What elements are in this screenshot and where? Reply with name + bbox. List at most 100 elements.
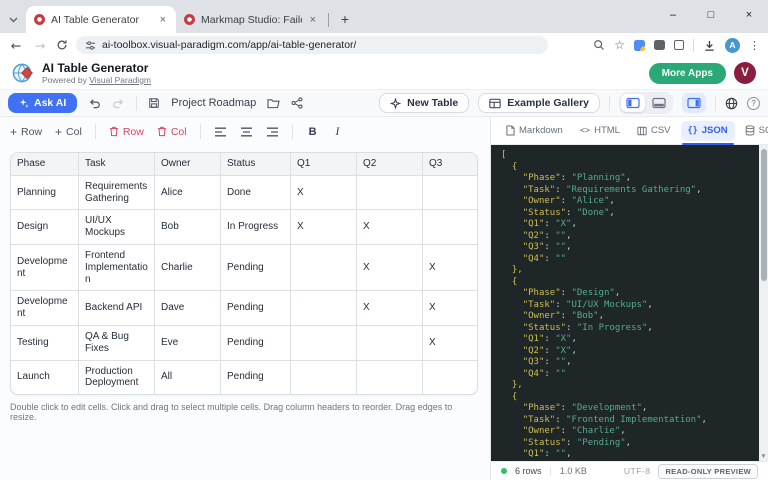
table-cell[interactable]: X [423, 245, 478, 291]
column-header[interactable]: Q1 [291, 153, 357, 176]
table-cell[interactable]: X [357, 291, 423, 326]
help-icon[interactable]: ? [747, 97, 760, 110]
table-cell[interactable] [291, 326, 357, 361]
language-globe-icon[interactable] [725, 97, 738, 110]
table-cell[interactable]: X [423, 291, 478, 326]
more-apps-button[interactable]: More Apps [649, 63, 726, 84]
bookmark-star-icon[interactable]: ☆ [614, 39, 625, 51]
ask-ai-button[interactable]: Ask AI [8, 93, 77, 113]
back-button[interactable]: ← [8, 38, 24, 53]
toggle-right-panel-button[interactable] [682, 93, 706, 113]
table-cell[interactable]: QA & Bug Fixes [79, 326, 155, 361]
add-column-button[interactable]: +Col [55, 126, 82, 138]
column-header[interactable]: Q2 [357, 153, 423, 176]
column-header[interactable]: Task [79, 153, 155, 176]
table-cell[interactable]: UI/UX Mockups [79, 210, 155, 245]
table-cell[interactable]: Development [11, 291, 79, 326]
url-input[interactable]: ai-toolbox.visual-paradigm.com/app/ai-ta… [76, 36, 548, 54]
table-cell[interactable]: X [357, 210, 423, 245]
extension-lens-icon[interactable] [634, 40, 645, 51]
browser-profile-avatar[interactable]: A [725, 38, 740, 53]
tab-json[interactable]: {} JSON [681, 121, 735, 141]
close-tab-icon[interactable]: × [308, 14, 318, 26]
browser-tab-active[interactable]: AI Table Generator × [26, 6, 176, 33]
redo-button[interactable] [112, 98, 125, 109]
align-right-button[interactable] [266, 127, 279, 137]
new-tab-button[interactable]: + [333, 7, 357, 31]
table-cell[interactable]: Done [221, 176, 291, 211]
italic-button[interactable]: I [333, 126, 343, 138]
tab-search-button[interactable] [0, 6, 26, 33]
table-cell[interactable]: X [423, 326, 478, 361]
user-avatar[interactable]: V [734, 62, 756, 84]
table-cell[interactable] [357, 326, 423, 361]
align-center-button[interactable] [240, 127, 253, 137]
table-cell[interactable] [423, 176, 478, 211]
add-row-button[interactable]: +Row [10, 126, 42, 138]
table-cell[interactable]: Production Deployment [79, 361, 155, 395]
table-cell[interactable]: Pending [221, 245, 291, 291]
tab-sql[interactable]: SQL [738, 121, 768, 141]
table-cell[interactable] [291, 245, 357, 291]
extensions-icon[interactable] [674, 40, 684, 50]
column-header[interactable]: Status [221, 153, 291, 176]
table-cell[interactable] [291, 361, 357, 395]
extension-chat-icon[interactable] [654, 40, 665, 50]
table-cell[interactable] [357, 361, 423, 395]
table-cell[interactable] [423, 210, 478, 245]
table-cell[interactable]: Eve [155, 326, 221, 361]
save-icon[interactable] [148, 97, 160, 109]
column-header[interactable]: Owner [155, 153, 221, 176]
maximize-button[interactable]: □ [692, 0, 730, 30]
table-cell[interactable]: Backend API [79, 291, 155, 326]
close-tab-icon[interactable]: × [158, 14, 168, 26]
table-cell[interactable]: Pending [221, 291, 291, 326]
table-cell[interactable]: X [357, 245, 423, 291]
table-cell[interactable] [291, 291, 357, 326]
table-cell[interactable]: Design [11, 210, 79, 245]
tab-csv[interactable]: CSV [630, 121, 678, 141]
table-cell[interactable]: Requirements Gathering [79, 176, 155, 211]
browser-tab-inactive[interactable]: Markmap Studio: Failed to ope × [176, 6, 326, 33]
delete-row-button[interactable]: Row [109, 126, 144, 138]
table-cell[interactable]: X [291, 176, 357, 211]
undo-button[interactable] [88, 98, 101, 109]
table-cell[interactable]: In Progress [221, 210, 291, 245]
tab-markdown[interactable]: Markdown [499, 121, 570, 141]
table-cell[interactable]: Development [11, 245, 79, 291]
scrollbar-thumb[interactable] [761, 149, 767, 281]
layout-split-horizontal-button[interactable] [647, 94, 671, 112]
reload-button[interactable] [56, 39, 68, 51]
table-cell[interactable] [423, 361, 478, 395]
forward-button[interactable]: → [32, 38, 48, 53]
vendor-link[interactable]: Visual Paradigm [89, 75, 151, 85]
table-cell[interactable]: Planning [11, 176, 79, 211]
download-icon[interactable] [703, 39, 716, 52]
align-left-button[interactable] [214, 127, 227, 137]
minimize-button[interactable]: – [654, 0, 692, 30]
new-table-button[interactable]: New Table [379, 93, 469, 113]
open-folder-icon[interactable] [267, 98, 280, 109]
example-gallery-button[interactable]: Example Gallery [478, 93, 600, 113]
scrollbar[interactable]: ▼ [759, 145, 768, 461]
share-icon[interactable] [291, 97, 303, 109]
table-cell[interactable] [357, 176, 423, 211]
table-cell[interactable]: Dave [155, 291, 221, 326]
table-cell[interactable]: Pending [221, 326, 291, 361]
layout-split-vertical-button[interactable] [621, 94, 645, 112]
tab-html[interactable]: <> HTML [573, 121, 627, 141]
table-cell[interactable]: Testing [11, 326, 79, 361]
table-cell[interactable]: Bob [155, 210, 221, 245]
table-cell[interactable]: Launch [11, 361, 79, 395]
zoom-icon[interactable] [593, 39, 605, 51]
table-cell[interactable]: All [155, 361, 221, 395]
table-cell[interactable]: Alice [155, 176, 221, 211]
bold-button[interactable]: B [306, 126, 320, 138]
table-cell[interactable]: Pending [221, 361, 291, 395]
delete-column-button[interactable]: Col [157, 126, 187, 138]
table-cell[interactable]: Frontend Implementation [79, 245, 155, 291]
column-header[interactable]: Phase [11, 153, 79, 176]
scrollbar-down-arrow[interactable]: ▼ [759, 453, 768, 460]
column-header[interactable]: Q3 [423, 153, 478, 176]
project-name[interactable]: Project Roadmap [171, 97, 256, 109]
